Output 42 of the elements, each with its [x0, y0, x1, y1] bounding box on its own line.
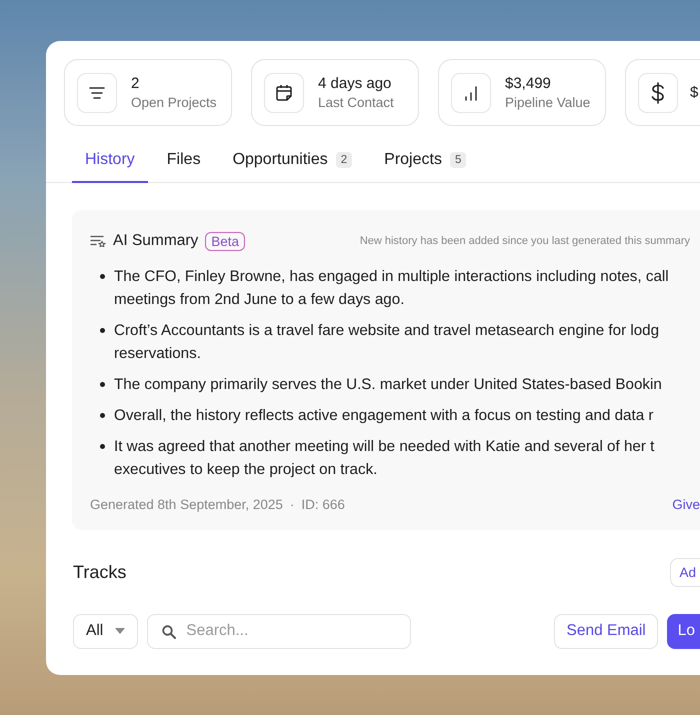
bullet-dot [100, 444, 105, 448]
calendar-icon [275, 84, 293, 102]
primary-button[interactable]: Lo [666, 614, 700, 648]
stat-value: $3,499 [505, 75, 552, 92]
search-field[interactable]: Search... [147, 614, 412, 648]
summary-point: Croft’s Accountants is a travel fare website and travel metasearch engine for lodg reservations. [114, 320, 660, 364]
bullet-dot [100, 274, 105, 278]
dollar-icon [651, 82, 665, 104]
summary-point: It was agreed that another meeting will be needed with Katie and several of her t executives to keep the project on track. [114, 436, 654, 480]
generated-date: Generated 8th September, 2025 [90, 496, 283, 512]
tab[interactable]: Files [154, 144, 214, 183]
lines-icon [89, 86, 105, 100]
bullet-dot [100, 328, 105, 332]
send-email-button[interactable]: Send Email [554, 614, 658, 648]
bullet-dot [100, 412, 105, 418]
caret-icon [115, 628, 126, 634]
list-star-icon [90, 235, 106, 247]
feedback-link[interactable]: Give [672, 496, 700, 512]
summary-point: The company primarily serves the U.S. market under United States-based Bookin [114, 374, 662, 394]
count-badge: 5 [450, 152, 466, 168]
bar-chart-icon [464, 84, 478, 100]
stat-value: 2 [131, 75, 140, 92]
bullet-dot [100, 382, 105, 386]
tab[interactable]: Opportunities 2 [220, 144, 366, 183]
section-title: Tracks [73, 562, 126, 582]
summary-point: The CFO, Finley Browne, has engaged in multiple interactions including notes, call meetings from 2nd June to a few days ago. [114, 266, 669, 310]
stat-value: $ [690, 84, 698, 101]
notice-text: New history has been added since you last generated this summary [360, 235, 690, 247]
summary-point: Overall, the history reflects active engagement with a focus on testing and data r [114, 406, 654, 426]
tab[interactable]: Projects 5 [371, 144, 480, 183]
add-button[interactable]: Ad [670, 558, 700, 586]
stat-label: Last Contact [318, 95, 394, 110]
summary-title: AI Summary [113, 232, 198, 250]
stat-label: Pipeline Value [505, 95, 590, 110]
tab[interactable]: History [72, 144, 148, 183]
filter-dropdown[interactable]: All [73, 614, 138, 648]
stat-value: 4 days ago [318, 75, 392, 92]
count-badge: 2 [336, 152, 352, 168]
stat-label: Open Projects [131, 95, 217, 110]
summary-id: ID: 666 [301, 496, 345, 512]
beta-badge: Beta [205, 232, 246, 250]
separator-dot: · [290, 496, 294, 512]
